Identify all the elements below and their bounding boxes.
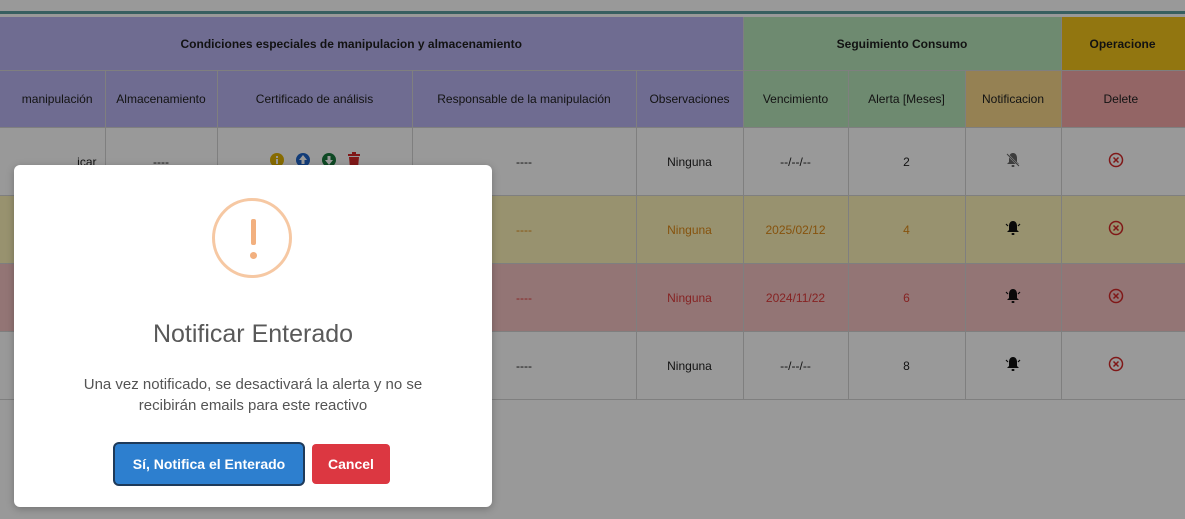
warning-icon <box>212 198 292 278</box>
cancel-button[interactable]: Cancel <box>312 444 390 484</box>
warning-icon-dot <box>250 252 257 259</box>
warning-icon-bar <box>251 219 256 245</box>
dialog-message: Una vez notificado, se desactivará la al… <box>83 376 423 414</box>
confirm-dialog: Notificar Enterado Una vez notificado, s… <box>14 165 492 507</box>
confirm-notify-button[interactable]: Sí, Notifica el Enterado <box>115 444 303 484</box>
dialog-title: Notificar Enterado <box>152 320 354 348</box>
